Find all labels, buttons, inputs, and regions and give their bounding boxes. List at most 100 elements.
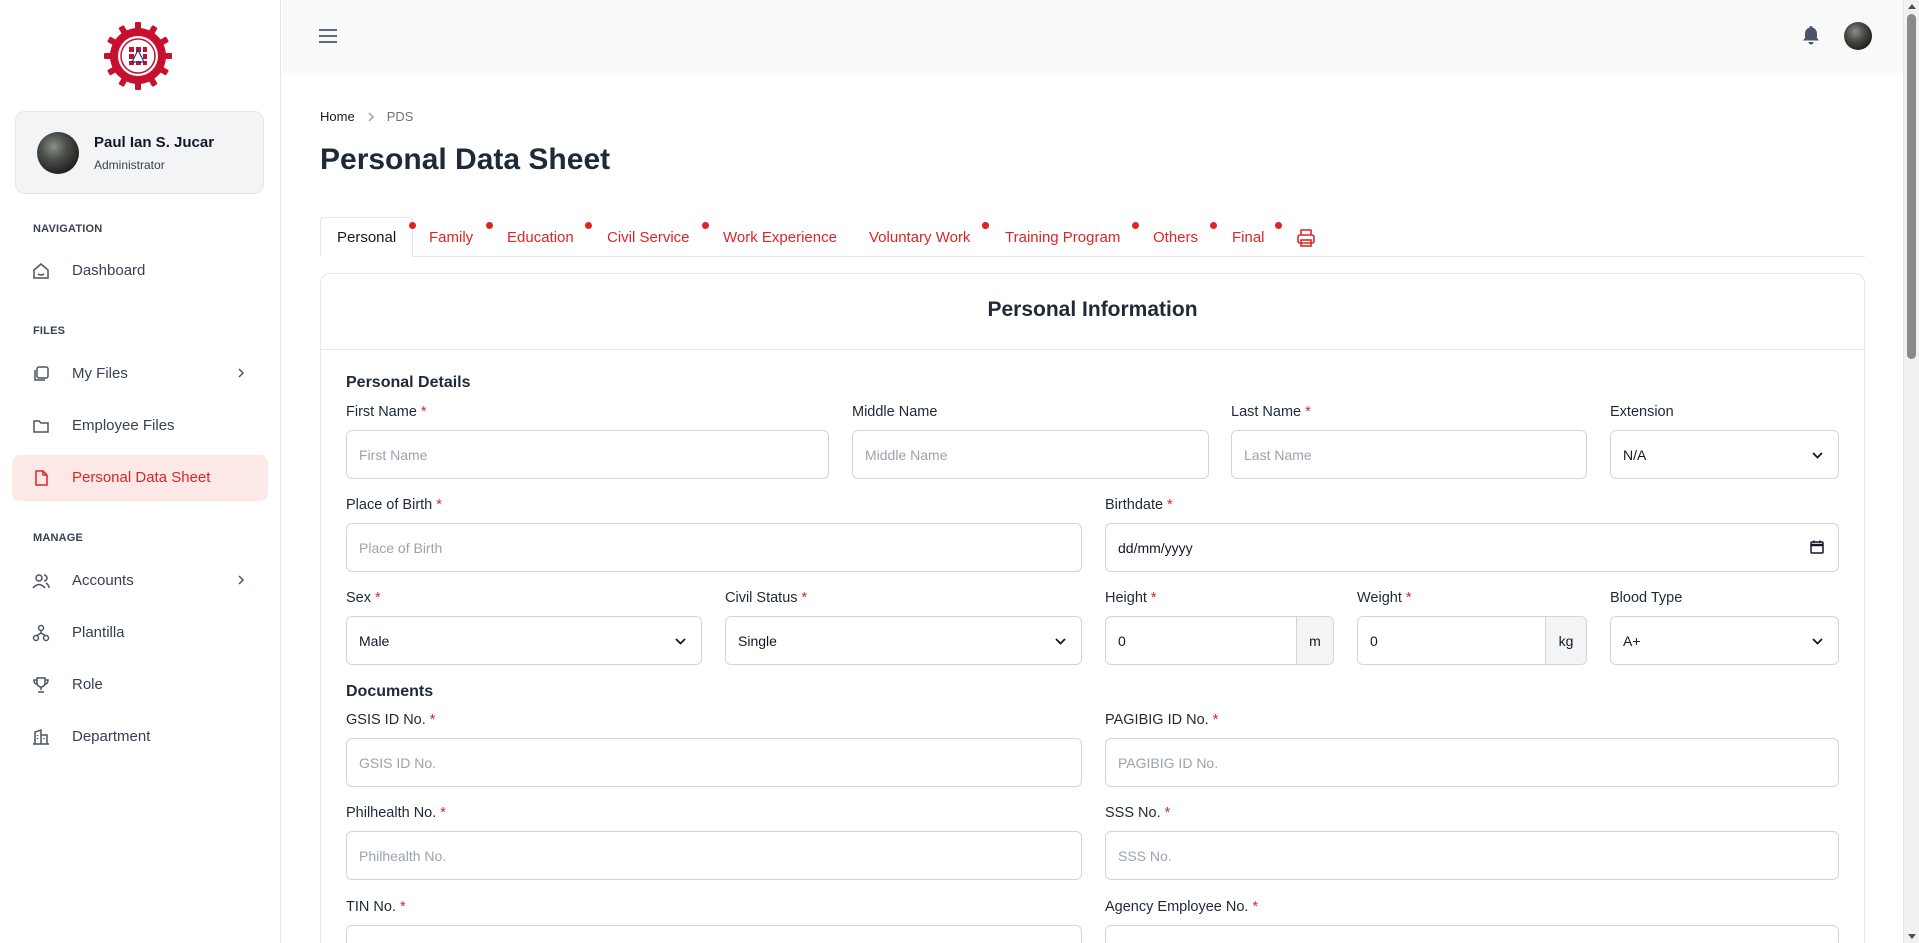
chevron-right-icon	[238, 575, 245, 585]
page-scrollbar[interactable]	[1903, 0, 1919, 943]
incomplete-dot	[702, 222, 709, 229]
incomplete-dot	[1210, 222, 1217, 229]
breadcrumb: Home PDS	[320, 109, 413, 124]
sidebar-item-label: Department	[72, 728, 151, 745]
sidebar-item-label: Employee Files	[72, 417, 175, 434]
sidebar-item-role[interactable]: Role	[12, 662, 268, 708]
organization-logo	[104, 22, 172, 90]
tin-input[interactable]	[346, 925, 1082, 943]
blood-type-select[interactable]: A+	[1610, 616, 1839, 665]
gsis-label: GSIS ID No. *	[346, 712, 436, 728]
tab-voluntary-work[interactable]: Voluntary Work	[869, 217, 970, 257]
incomplete-dot	[585, 222, 592, 229]
page-title: Personal Data Sheet	[320, 143, 611, 176]
folder-icon	[33, 420, 49, 433]
sex-value: Male	[359, 633, 390, 649]
height-input-group[interactable]: 0 m	[1105, 616, 1334, 665]
scroll-up-arrow[interactable]	[1908, 4, 1916, 9]
tab-training-program[interactable]: Training Program	[1005, 217, 1120, 257]
file-icon	[35, 470, 48, 486]
sex-label: Sex *	[346, 590, 381, 606]
card-title: Personal Information	[321, 274, 1864, 350]
sidebar-item-employee-files[interactable]: Employee Files	[12, 403, 268, 449]
sidebar-item-label: Personal Data Sheet	[72, 469, 211, 486]
avatar	[37, 132, 79, 174]
sex-select[interactable]: Male	[346, 616, 702, 665]
gsis-input[interactable]	[346, 738, 1082, 787]
place-of-birth-input[interactable]	[346, 523, 1082, 572]
extension-value: N/A	[1623, 447, 1647, 463]
tab-education[interactable]: Education	[507, 217, 574, 257]
sidebar-item-label: Role	[72, 676, 103, 693]
chevron-right-icon	[368, 111, 374, 122]
tab-final[interactable]: Final	[1232, 217, 1265, 257]
agency-employee-input[interactable]	[1105, 925, 1839, 943]
breadcrumb-home[interactable]: Home	[320, 109, 355, 124]
hierarchy-icon	[32, 624, 50, 642]
incomplete-dot	[982, 222, 989, 229]
sidebar-item-label: My Files	[72, 365, 128, 382]
height-label: Height *	[1105, 590, 1157, 606]
user-card: Paul Ian S. Jucar Administrator	[15, 111, 264, 194]
chevron-down-icon	[1055, 638, 1066, 645]
tab-others[interactable]: Others	[1153, 217, 1198, 257]
nav-section-navigation: NAVIGATION	[33, 223, 103, 235]
personal-information-card: Personal Information Personal Details Fi…	[320, 273, 1865, 943]
sss-input[interactable]	[1105, 831, 1839, 880]
weight-value[interactable]: 0	[1370, 633, 1378, 649]
sidebar-item-my-files[interactable]: My Files	[12, 351, 268, 397]
pagibig-input[interactable]	[1105, 738, 1839, 787]
philhealth-input[interactable]	[346, 831, 1082, 880]
sidebar: Paul Ian S. Jucar Administrator NAVIGATI…	[0, 0, 281, 943]
civil-status-value: Single	[738, 633, 777, 649]
calendar-icon[interactable]	[1810, 540, 1824, 554]
building-icon	[33, 728, 49, 745]
hamburger-menu-icon[interactable]	[318, 27, 338, 45]
first-name-input[interactable]	[346, 430, 829, 479]
civil-status-select[interactable]: Single	[725, 616, 1082, 665]
user-avatar-button[interactable]	[1844, 22, 1872, 50]
weight-unit: kg	[1545, 617, 1586, 664]
user-role: Administrator	[94, 158, 165, 172]
chevron-down-icon	[675, 638, 686, 645]
height-value[interactable]: 0	[1118, 633, 1126, 649]
sss-label: SSS No. *	[1105, 805, 1171, 821]
incomplete-dot	[1132, 222, 1139, 229]
chevron-down-icon	[1812, 452, 1823, 459]
agency-employee-label: Agency Employee No. *	[1105, 899, 1259, 915]
user-name: Paul Ian S. Jucar	[94, 134, 215, 151]
sidebar-item-department[interactable]: Department	[12, 714, 268, 760]
tab-work-experience[interactable]: Work Experience	[723, 217, 837, 257]
tab-civil-service[interactable]: Civil Service	[607, 217, 690, 257]
pagibig-label: PAGIBIG ID No. *	[1105, 712, 1219, 728]
print-icon[interactable]	[1296, 228, 1316, 248]
height-unit: m	[1296, 617, 1333, 664]
nav-section-files: FILES	[33, 325, 66, 337]
sidebar-item-personal-data-sheet[interactable]: Personal Data Sheet	[12, 455, 268, 501]
scroll-down-arrow[interactable]	[1908, 934, 1916, 939]
weight-input-group[interactable]: 0 kg	[1357, 616, 1587, 665]
last-name-input[interactable]	[1231, 430, 1587, 479]
birthdate-input[interactable]: dd/mm/yyyy	[1105, 523, 1839, 572]
sidebar-item-dashboard[interactable]: Dashboard	[12, 248, 268, 294]
sidebar-item-accounts[interactable]: Accounts	[12, 558, 268, 604]
nav-section-manage: MANAGE	[33, 532, 84, 544]
copy-icon	[34, 366, 49, 381]
extension-select[interactable]: N/A	[1610, 430, 1839, 479]
middle-name-input[interactable]	[852, 430, 1209, 479]
tab-family[interactable]: Family	[429, 217, 473, 257]
chevron-down-icon	[1812, 638, 1823, 645]
sidebar-item-label: Plantilla	[72, 624, 125, 641]
breadcrumb-current: PDS	[386, 109, 414, 124]
last-name-label: Last Name *	[1231, 404, 1311, 420]
sidebar-item-label: Dashboard	[72, 262, 146, 279]
trophy-icon	[33, 677, 49, 693]
scroll-thumb[interactable]	[1907, 14, 1916, 359]
tab-personal[interactable]: Personal	[320, 217, 414, 257]
pds-tabs: Personal Family Education Civil Service …	[320, 217, 1865, 257]
topbar	[282, 0, 1903, 73]
first-name-label: First Name *	[346, 404, 427, 420]
birthdate-label: Birthdate *	[1105, 497, 1173, 513]
bell-icon[interactable]	[1802, 25, 1820, 45]
sidebar-item-plantilla[interactable]: Plantilla	[12, 610, 268, 656]
